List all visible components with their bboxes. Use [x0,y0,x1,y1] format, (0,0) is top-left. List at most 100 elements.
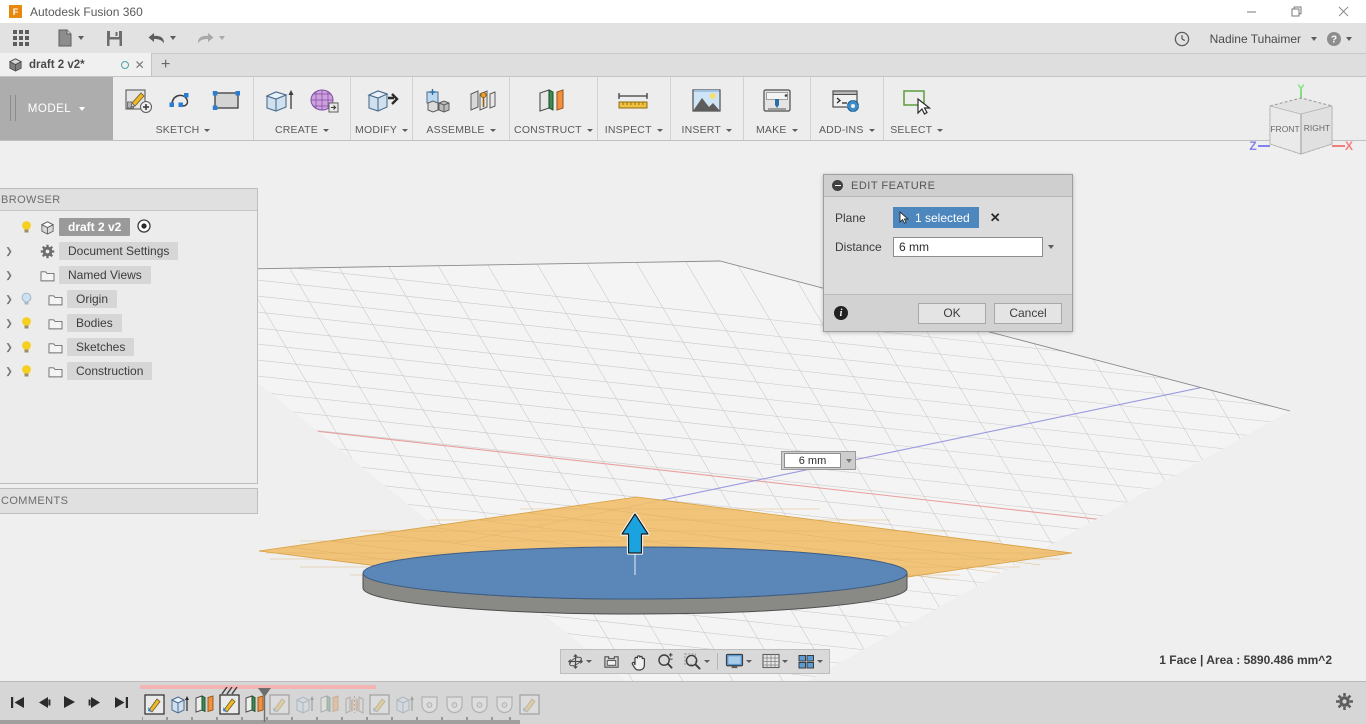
expand-arrow[interactable]: ❯ [1,342,17,353]
timeline-settings-gear-icon[interactable] [1335,692,1354,714]
quick-access-toolbar: Nadine Tuhaimer ? [0,23,1366,54]
tab-close-icon[interactable]: ✕ [135,58,145,72]
lightbulb-on-icon[interactable] [17,220,35,234]
ribbon-group-label-modify[interactable]: MODIFY [355,121,409,140]
viewports-icon[interactable] [795,650,829,673]
comments-panel[interactable]: COMMENTS [0,488,258,514]
help-icon[interactable]: ? [1319,23,1366,54]
save-icon[interactable] [99,23,130,54]
new-component-icon[interactable] [417,81,461,121]
root-activate-icon[interactable] [137,218,152,236]
joint-icon[interactable] [461,81,505,121]
step-forward-icon[interactable] [84,690,106,714]
view-cube[interactable]: Y FRONT RIGHT X Z [1244,82,1354,174]
restore-button[interactable] [1274,0,1320,23]
browser-item-sketches[interactable]: ❯ Sketches [0,335,257,359]
spline-icon[interactable] [161,81,205,121]
chevron-down-icon[interactable] [1043,237,1058,257]
select-cursor-icon[interactable] [895,81,939,121]
measure-icon[interactable] [612,81,656,121]
play-icon[interactable] [58,690,80,714]
lightbulb-on-icon[interactable] [17,340,35,354]
browser-item-construction[interactable]: ❯ Construction [0,359,257,383]
apps-grid-icon[interactable] [6,23,36,54]
chevron-down-icon [868,129,875,132]
lightbulb-on-icon[interactable] [17,316,35,330]
close-button[interactable] [1320,0,1366,23]
timeline-track[interactable] [140,684,540,724]
redo-icon[interactable] [189,23,232,54]
browser-item-origin[interactable]: ❯ Origin [0,287,257,311]
timeline-playhead[interactable] [258,688,271,722]
distance-input[interactable]: 6 mm [893,237,1043,257]
browser-item-label: Construction [67,362,153,380]
distance-label: Distance [835,240,882,254]
ribbon-group-label-create[interactable]: CREATE [275,121,329,140]
component-icon [35,220,59,235]
ribbon-group-label-select[interactable]: SELECT [890,121,944,140]
info-icon[interactable]: i [834,306,848,320]
clear-selection-icon[interactable]: ✕ [990,210,1001,226]
timeline-ruler [141,713,514,724]
undo-icon[interactable] [140,23,183,54]
ribbon-groups: SKETCH CREATE MODIFY ASSEMBLE CONSTRUCT … [113,77,1366,140]
plane-selection-button[interactable]: 1 selected [893,207,979,228]
grid-snaps-icon[interactable] [759,650,791,673]
inline-distance-input[interactable]: 6 mm [781,451,856,470]
clock-icon[interactable] [1167,23,1197,54]
expand-arrow[interactable]: ❯ [1,366,17,377]
expand-arrow[interactable]: ❯ [1,294,17,305]
browser-item-document-settings[interactable]: ❯ Document Settings [0,239,257,263]
skip-to-end-icon[interactable] [110,690,132,714]
look-at-icon[interactable] [599,650,624,673]
3d-print-icon[interactable] [755,81,799,121]
press-pull-icon[interactable] [360,81,404,121]
user-menu[interactable]: Nadine Tuhaimer [1197,23,1319,54]
pan-hand-icon[interactable] [628,650,650,673]
expand-arrow[interactable]: ❯ [1,270,17,281]
create-sketch-icon[interactable] [117,81,161,121]
expand-arrow[interactable]: ❯ [1,318,17,329]
extrude-icon[interactable] [258,81,302,121]
navigation-bar [560,649,830,674]
ribbon-group-label-make[interactable]: MAKE [756,121,798,140]
ribbon-group-label-inspect[interactable]: INSPECT [605,121,663,140]
zoom-icon[interactable] [654,650,677,673]
document-tab[interactable]: draft 2 v2* ✕ [0,53,152,76]
browser-item-bodies[interactable]: ❯ Bodies [0,311,257,335]
mesh-create-icon[interactable] [302,81,346,121]
dialog-header[interactable]: EDIT FEATURE [824,175,1072,197]
skip-to-start-icon[interactable] [6,690,28,714]
scripts-addins-icon[interactable] [825,81,869,121]
expand-arrow[interactable]: ❯ [1,246,17,257]
workspace-selector[interactable]: MODEL [0,77,113,140]
fit-zoom-window-icon[interactable] [681,650,713,673]
minimize-button[interactable] [1228,0,1274,23]
timeline-marker-hatch [220,684,246,695]
step-back-icon[interactable] [32,690,54,714]
new-document-icon[interactable] [50,23,91,54]
cancel-button[interactable]: Cancel [994,302,1062,324]
browser-item-root[interactable]: draft 2 v2 [0,215,257,239]
chevron-down-icon [726,129,732,132]
ribbon-group-label-sketch[interactable]: SKETCH [156,121,211,140]
new-tab-button[interactable]: + [152,53,180,76]
orbit-icon[interactable] [561,650,595,673]
timeline-feature-sketch[interactable] [517,692,541,716]
browser-item-named-views[interactable]: ❯ Named Views [0,263,257,287]
ribbon-group-label-insert[interactable]: INSERT [681,121,732,140]
lightbulb-off-icon[interactable] [17,292,35,306]
ok-button[interactable]: OK [918,302,986,324]
rectangle-icon[interactable] [205,81,249,121]
inline-distance-value[interactable]: 6 mm [784,453,841,468]
offset-plane-icon[interactable] [531,81,575,121]
collapse-icon[interactable] [832,180,843,191]
lightbulb-on-icon[interactable] [17,364,35,378]
ribbon-group-label-construct[interactable]: CONSTRUCT [514,121,593,140]
chevron-down-icon[interactable] [842,458,855,463]
ribbon-group-label-addins[interactable]: ADD-INS [819,121,875,140]
ribbon-group-label-assemble[interactable]: ASSEMBLE [426,121,496,140]
insert-image-icon[interactable] [685,81,729,121]
browser-item-label: Named Views [59,266,151,284]
display-settings-icon[interactable] [722,650,755,673]
